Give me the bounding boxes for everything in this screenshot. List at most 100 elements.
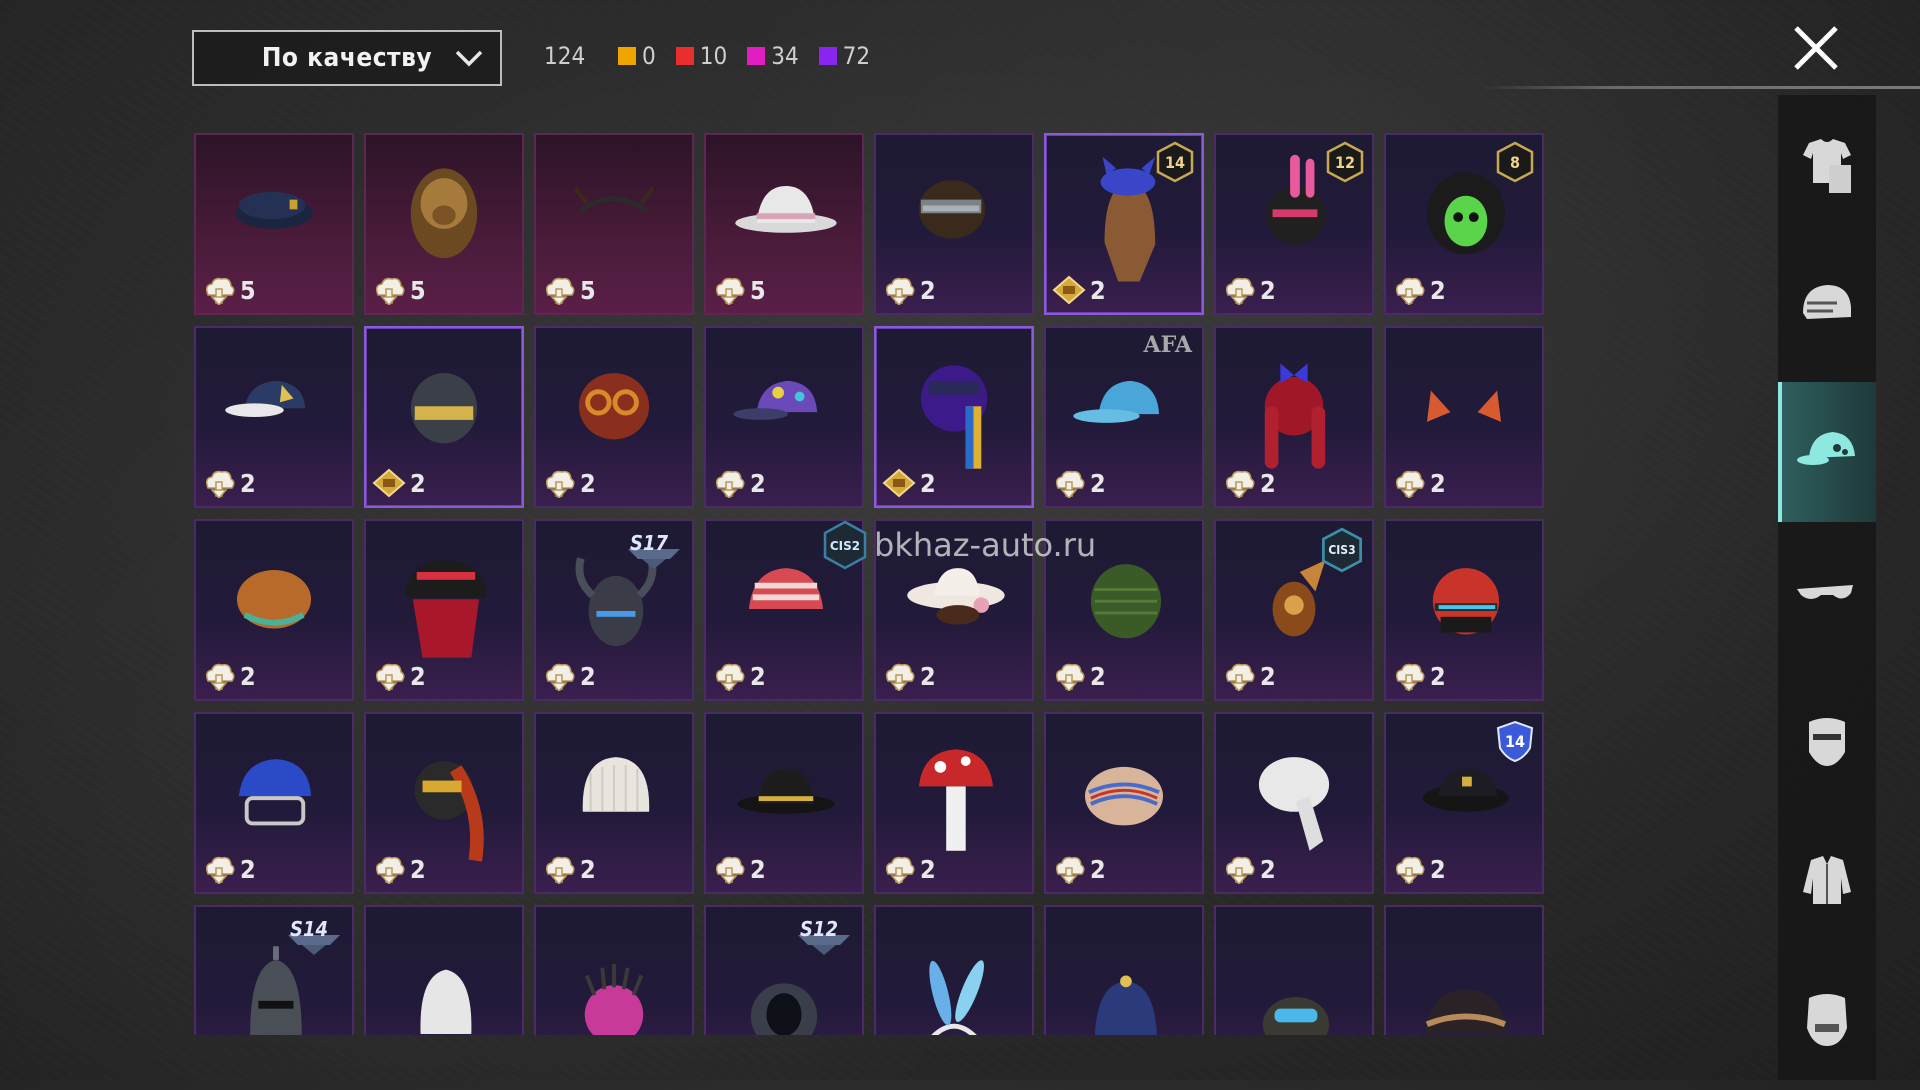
item-card[interactable] [364, 905, 524, 1035]
item-cost: 2 [202, 468, 256, 498]
item-cost-value: 2 [1090, 661, 1106, 691]
item-cost-value: 2 [410, 854, 426, 884]
item-cost: 2 [1392, 468, 1446, 498]
item-card[interactable]: 2 [194, 519, 354, 701]
cloud-coupon-icon [885, 856, 915, 884]
item-cost: 2 [542, 854, 596, 884]
cloud-coupon-icon [1395, 470, 1425, 498]
item-card[interactable] [1384, 905, 1544, 1035]
item-card[interactable]: 2 [1214, 326, 1374, 508]
item-card[interactable] [874, 905, 1034, 1035]
item-cost: 2 [1052, 661, 1106, 691]
item-card[interactable]: 2 [534, 326, 694, 508]
item-cost-value: 2 [1260, 661, 1276, 691]
item-cost: 2 [1392, 275, 1446, 305]
item-cost: 2 [202, 661, 256, 691]
level-badge: 8 [1496, 141, 1534, 187]
mask-icon [1809, 718, 1845, 766]
item-cost-value: 5 [750, 275, 766, 305]
cloud-coupon-icon [545, 856, 575, 884]
item-card[interactable]: 2 AFA [1044, 326, 1204, 508]
item-card[interactable]: 2 [194, 326, 354, 508]
item-card[interactable]: 2 [364, 519, 524, 701]
item-cost: 5 [712, 275, 766, 305]
item-card[interactable]: 2 CIS3 [1214, 519, 1374, 701]
sort-dropdown-label: По качеству [261, 43, 433, 73]
season-shield-badge: 14 [1496, 720, 1534, 766]
face-icon [1807, 994, 1847, 1046]
category-tab-helmet[interactable] [1778, 235, 1876, 375]
item-card[interactable]: 2 [874, 326, 1034, 508]
item-card[interactable]: 2 [1044, 519, 1204, 701]
category-tab-glasses[interactable] [1778, 525, 1876, 665]
cloud-coupon-icon [1055, 856, 1085, 884]
item-cost-value: 2 [580, 661, 596, 691]
item-cost: 2 [1222, 468, 1276, 498]
cloud-coupon-icon [545, 470, 575, 498]
item-card[interactable]: 5 [704, 133, 864, 315]
cloud-coupon-icon [1055, 663, 1085, 691]
item-cost-value: 2 [580, 468, 596, 498]
item-card[interactable]: 2 [364, 326, 524, 508]
item-card[interactable]: 2 [1384, 326, 1544, 508]
item-card[interactable]: 2 [194, 712, 354, 894]
rarity-count-red: 10 [675, 42, 727, 70]
item-card[interactable]: 2 14 [1384, 712, 1544, 894]
cloud-coupon-icon [885, 663, 915, 691]
item-card[interactable]: 2 [874, 133, 1034, 315]
item-card[interactable]: S14 [194, 905, 354, 1035]
item-thumbnail [1094, 975, 1157, 1035]
item-cost-value: 2 [920, 468, 936, 498]
team-badge: AFA [1144, 332, 1192, 358]
item-thumbnail [420, 969, 472, 1035]
item-thumbnail [1262, 996, 1330, 1035]
item-card[interactable]: 2 12 [1214, 133, 1374, 315]
item-card[interactable]: 2 S17 [534, 519, 694, 701]
item-card[interactable]: 2 [534, 712, 694, 894]
item-card[interactable]: 2 [874, 519, 1034, 701]
item-card[interactable]: 5 [534, 133, 694, 315]
item-card[interactable]: 2 [1044, 712, 1204, 894]
sort-dropdown[interactable]: По качеству [192, 30, 502, 86]
item-card[interactable] [534, 905, 694, 1035]
item-card[interactable]: 2 [1384, 519, 1544, 701]
rarity-count-value: 0 [642, 42, 656, 70]
item-card[interactable]: 2 [364, 712, 524, 894]
item-card[interactable] [1214, 905, 1374, 1035]
cloud-coupon-icon [885, 277, 915, 305]
item-card[interactable]: 5 [364, 133, 524, 315]
item-cost: 2 [372, 661, 426, 691]
item-card[interactable]: 2 [704, 326, 864, 508]
category-tab-cap[interactable] [1778, 382, 1876, 522]
item-cost: 5 [202, 275, 256, 305]
item-card[interactable]: 2 [704, 519, 864, 701]
item-cost-value: 5 [410, 275, 426, 305]
rarity-swatch [818, 47, 837, 65]
item-card[interactable]: 2 [704, 712, 864, 894]
item-card[interactable]: 28 [1384, 133, 1544, 315]
item-card[interactable]: 2 [1214, 712, 1374, 894]
item-card[interactable]: 2 14 [1044, 133, 1204, 315]
season-badge-text: S12 [800, 917, 838, 941]
category-tab-outfit[interactable] [1778, 95, 1876, 235]
category-tab-jacket[interactable] [1778, 810, 1876, 950]
category-tab-face[interactable] [1778, 950, 1876, 1090]
item-cost-value: 2 [1090, 275, 1106, 305]
item-card[interactable]: 5 [194, 133, 354, 315]
item-card[interactable]: S12 [704, 905, 864, 1035]
item-cost-value: 2 [580, 854, 596, 884]
item-card[interactable] [1044, 905, 1204, 1035]
item-cost: 2 [542, 468, 596, 498]
cloud-coupon-icon [1225, 856, 1255, 884]
season-badge-text: S17 [630, 531, 668, 555]
glasses-icon [1797, 585, 1853, 599]
item-cost-value: 2 [410, 661, 426, 691]
category-tab-mask[interactable] [1778, 670, 1876, 810]
close-icon[interactable] [1790, 22, 1842, 74]
total-count: 124 [544, 42, 586, 70]
item-cost-value: 2 [410, 468, 426, 498]
level-badge-text: 14 [1164, 152, 1186, 172]
item-cost-value: 2 [1430, 661, 1446, 691]
cloud-coupon-icon [375, 277, 405, 305]
item-card[interactable]: 2 [874, 712, 1034, 894]
